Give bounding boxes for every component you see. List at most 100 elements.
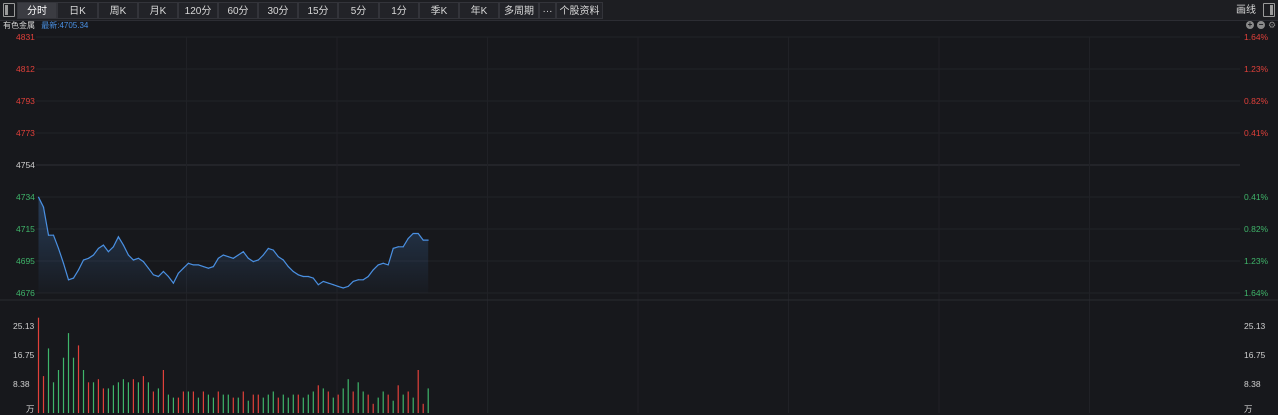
percent-tick-label: 0.82% <box>1244 96 1269 106</box>
chart-controls: + − ⚙ <box>1246 21 1276 31</box>
volume-bar <box>397 385 399 413</box>
price-point <box>242 251 244 253</box>
price-point <box>372 269 374 271</box>
price-point <box>317 284 319 286</box>
price-point <box>47 234 50 236</box>
tab-intraday[interactable]: 分时 <box>17 2 57 19</box>
more-icon[interactable]: ··· <box>539 2 556 19</box>
volume-bar <box>227 394 229 413</box>
tab-60min[interactable]: 60分 <box>218 2 258 19</box>
volume-bar <box>72 357 75 413</box>
volume-bar <box>247 400 249 413</box>
zoom-out-icon[interactable]: − <box>1257 21 1265 29</box>
volume-tick-label: 25.13 <box>1244 321 1266 331</box>
tab-multi-period[interactable]: 多周期 <box>499 2 539 19</box>
price-point <box>97 247 100 250</box>
volume-tick-label: 16.75 <box>1244 350 1266 360</box>
volume-bar <box>352 391 354 413</box>
volume-bar <box>347 379 349 413</box>
tab-season-k[interactable]: 季K <box>419 2 459 19</box>
stock-profile-button[interactable]: 个股资料 <box>556 2 603 19</box>
price-point <box>72 277 75 279</box>
volume-bar <box>127 382 129 413</box>
tab-15min[interactable]: 15分 <box>298 2 338 19</box>
volume-unit-label: 万 <box>1244 404 1253 414</box>
percent-tick-label: 0.41% <box>1244 192 1269 202</box>
volume-bar <box>67 333 70 413</box>
volume-bar <box>427 388 429 413</box>
price-point <box>227 256 229 258</box>
price-tick-label: 4695 <box>16 256 35 266</box>
price-point <box>337 285 339 287</box>
price-point <box>237 254 239 256</box>
price-point <box>77 269 80 271</box>
tab-30min[interactable]: 30分 <box>258 2 298 19</box>
price-point <box>412 232 414 235</box>
tab-5min[interactable]: 5分 <box>338 2 379 19</box>
price-point <box>147 267 150 269</box>
tab-weekly-k[interactable]: 周K <box>98 2 138 19</box>
volume-bar <box>412 397 414 413</box>
price-point <box>272 249 274 251</box>
tab-year-k[interactable]: 年K <box>459 2 499 19</box>
price-point <box>267 247 269 250</box>
price-point <box>352 280 354 283</box>
price-point <box>82 259 85 261</box>
price-point <box>197 264 199 266</box>
price-axis-left: 4831 4812 4793 4773 4754 4734 4715 4695 4676 <box>16 32 35 298</box>
volume-bar <box>267 394 269 413</box>
price-tick-label: 4831 <box>16 32 35 42</box>
price-point <box>367 275 369 278</box>
price-point <box>297 274 299 276</box>
last-price: 最新:4705.34 <box>41 21 89 30</box>
tab-daily-k[interactable]: 日K <box>57 2 98 19</box>
price-point <box>357 279 359 281</box>
tab-120min[interactable]: 120分 <box>178 2 218 19</box>
tab-1min[interactable]: 1分 <box>379 2 419 19</box>
price-point <box>132 259 135 261</box>
chart-canvas: 4831 4812 4793 4773 4754 4734 4715 4695 4676 1.6… <box>0 32 1278 414</box>
price-point <box>52 234 55 236</box>
price-point <box>397 246 399 248</box>
price-point <box>207 267 209 269</box>
zoom-in-icon[interactable]: + <box>1246 21 1254 29</box>
volume-bar <box>387 394 389 413</box>
percent-tick-label: 1.23% <box>1244 256 1269 266</box>
price-point <box>187 262 189 264</box>
price-point <box>37 196 40 198</box>
draw-line-button[interactable]: 画线 <box>1236 2 1256 19</box>
price-point <box>167 275 169 278</box>
tab-monthly-k[interactable]: 月K <box>138 2 178 19</box>
settings-gear-icon[interactable]: ⚙ <box>1268 21 1276 30</box>
volume-unit-label: 万 <box>26 404 35 414</box>
right-panel-toggle-icon[interactable] <box>1263 3 1275 17</box>
price-point <box>67 279 70 281</box>
price-tick-label: 4754 <box>16 160 35 170</box>
volume-bar <box>177 397 179 413</box>
price-point <box>87 257 90 259</box>
volume-bar <box>137 382 139 413</box>
volume-bars <box>37 317 429 413</box>
price-point <box>202 265 204 268</box>
price-point <box>212 265 214 268</box>
left-panel-toggle-icon[interactable] <box>3 3 15 17</box>
price-point <box>377 264 379 266</box>
volume-bar <box>322 388 324 413</box>
volume-bar <box>147 382 149 413</box>
price-point <box>427 239 429 241</box>
price-point <box>262 254 264 256</box>
price-point <box>232 257 234 259</box>
volume-bar <box>197 397 199 413</box>
volume-bar <box>382 391 384 413</box>
volume-bar <box>187 391 189 413</box>
price-point <box>417 232 419 235</box>
volume-bar <box>212 397 214 413</box>
price-point <box>312 277 314 279</box>
volume-bar <box>167 394 169 413</box>
price-point <box>247 257 249 259</box>
volume-axis: 25.13 25.13 16.75 16.75 8.38 8.38 万 万 <box>13 321 1266 414</box>
volume-bar <box>392 400 394 413</box>
volume-bar <box>302 397 304 413</box>
price-point <box>387 264 389 266</box>
volume-bar <box>92 382 95 413</box>
